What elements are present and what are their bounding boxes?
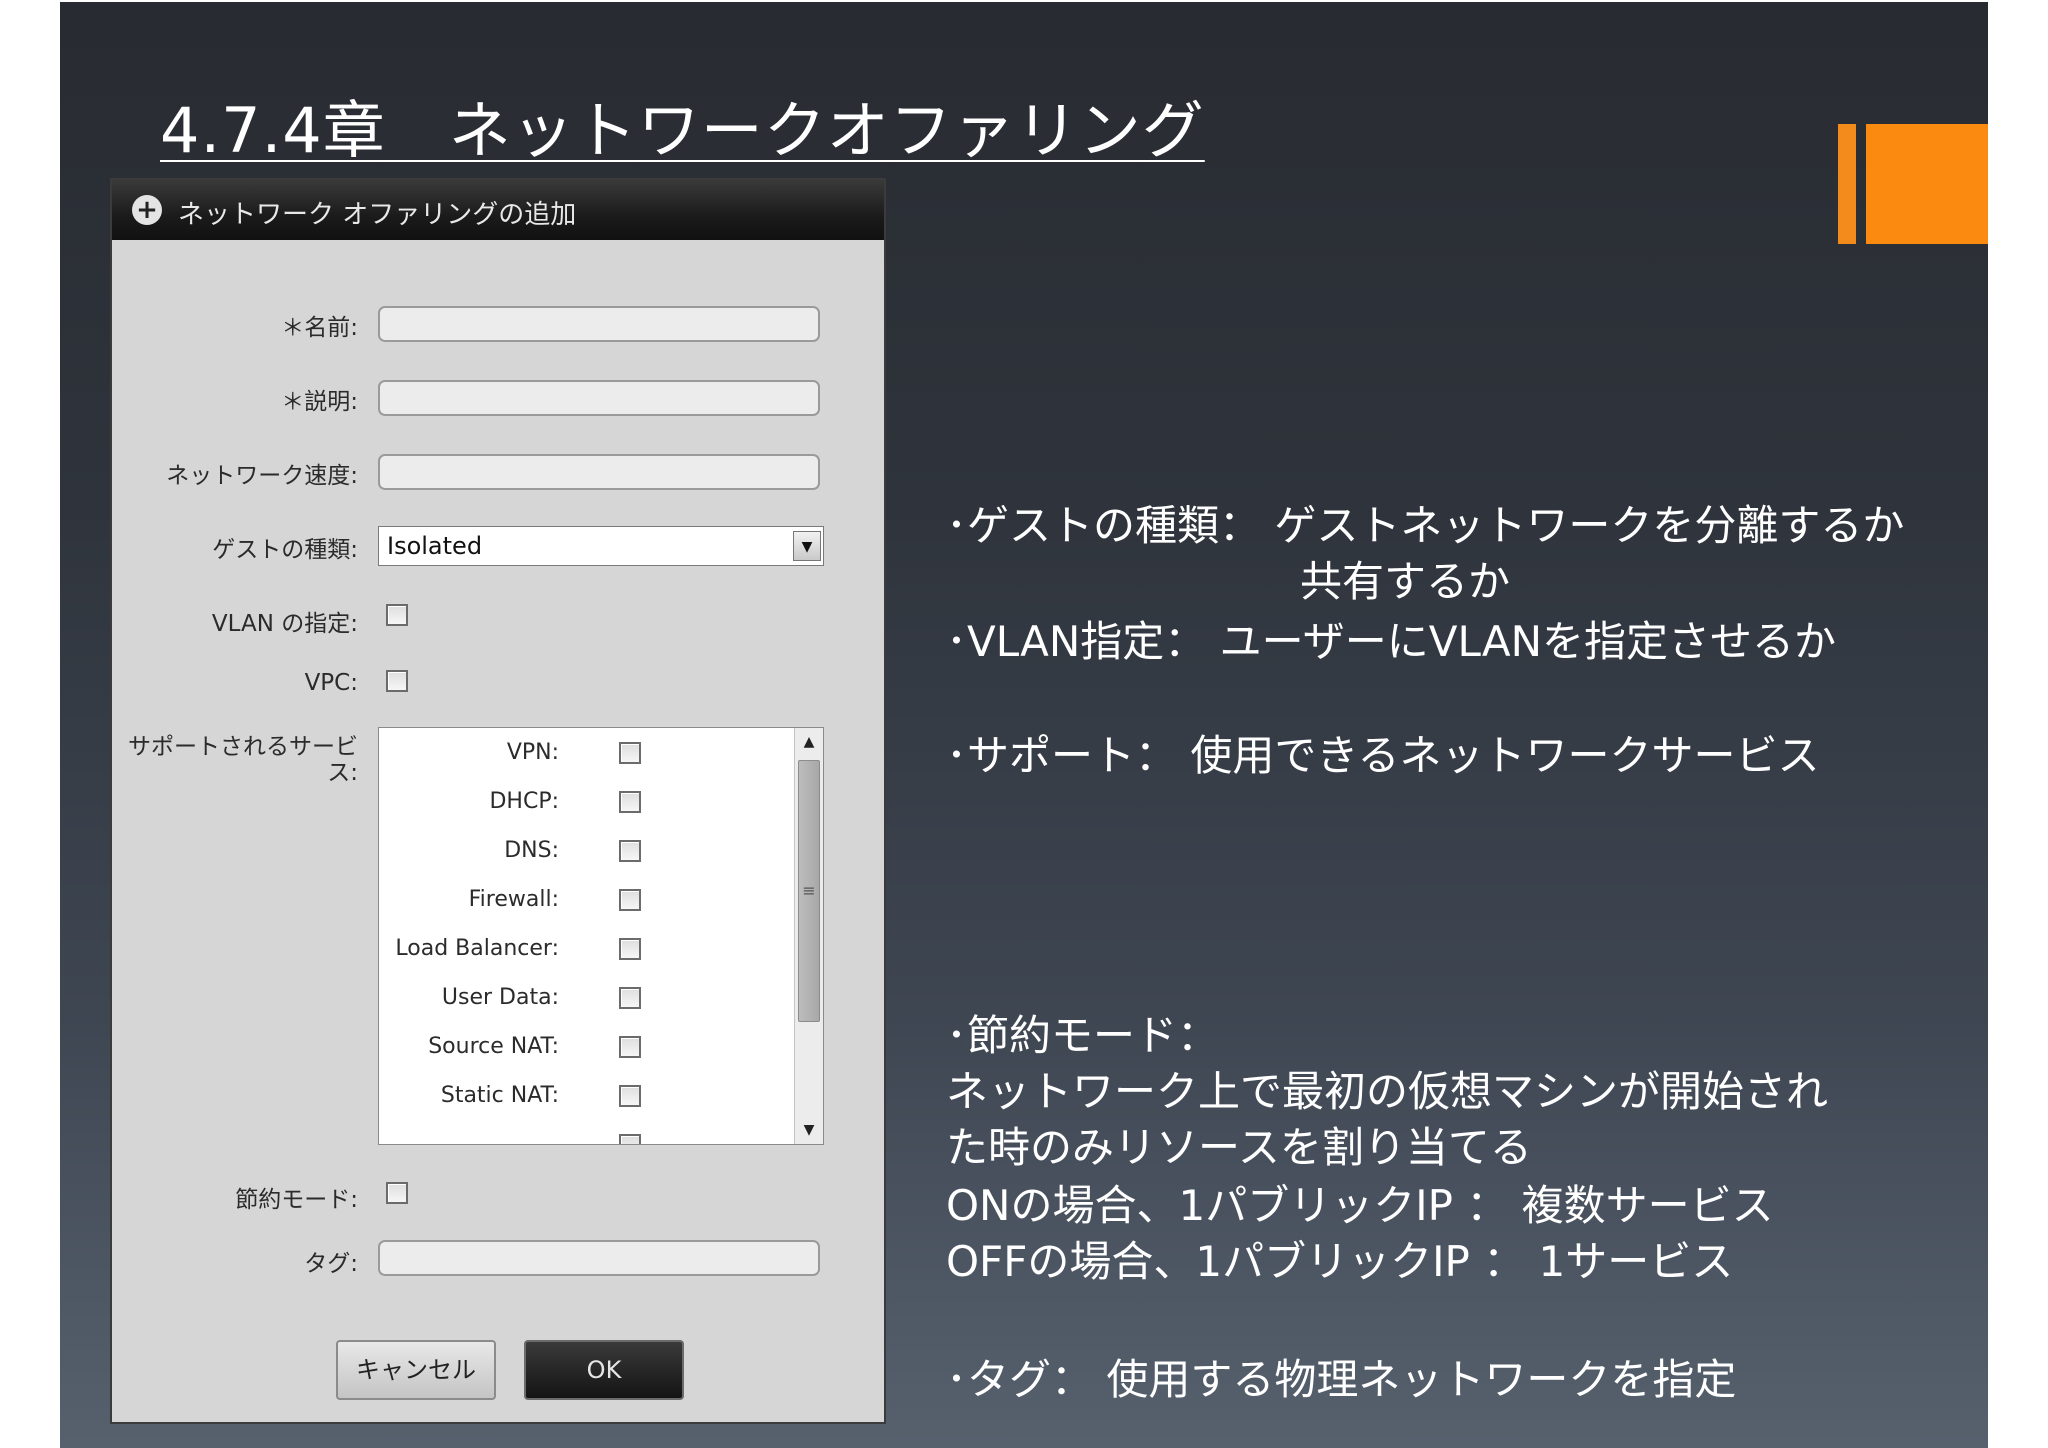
service-label: Static NAT: [440,1083,559,1108]
note-conserve-off: OFFの場合、1パブリックIP ： 1サービス [946,1237,1734,1286]
guest-type-select[interactable]: Isolated ▼ [378,526,824,566]
guest-type-value: Isolated [387,532,483,560]
service-row-vpn: VPN: [379,736,789,770]
accent-bar-thick [1866,124,1988,244]
tag-input[interactable] [378,1240,820,1276]
add-network-offering-dialog: + ネットワーク オファリングの追加 ＊名前: ＊説明: ネットワーク速度: ゲ… [110,178,886,1424]
slide-title: 4.7.4章 ネットワークオファリング [160,94,1205,167]
description-input[interactable] [378,380,820,416]
service-row-dhcp: DHCP: [379,785,789,819]
tag-label: タグ: [304,1251,358,1277]
service-label: VPN: [506,740,559,765]
service-label: Load Balancer: [395,936,559,961]
scroll-down-icon[interactable]: ▼ [795,1116,823,1144]
plus-circle-icon: + [132,195,162,225]
dialog-title: ネットワーク オファリングの追加 [178,200,577,230]
service-row-user-data: User Data: [379,981,789,1015]
scroll-thumb[interactable]: ≡ [798,760,820,1022]
service-row-partial [379,1128,789,1144]
network-speed-input[interactable] [378,454,820,490]
service-checkbox-user-data[interactable] [619,987,641,1009]
note-tag: ･タグ： 使用する物理ネットワークを指定 [946,1355,1737,1404]
supported-services-label-line1: サポートされるサービ [128,734,358,760]
service-label: Firewall: [468,887,559,912]
conserve-mode-label: 節約モード: [235,1187,358,1213]
service-checkbox-firewall[interactable] [619,889,641,911]
note-support: ･サポート： 使用できるネットワークサービス [946,731,1820,780]
service-row-firewall: Firewall: [379,883,789,917]
vlan-checkbox[interactable] [386,604,408,626]
service-row-dns: DNS: [379,834,789,868]
guest-type-label: ゲストの種類: [212,537,358,563]
note-vlan: ･VLAN指定： ユーザーにVLANを指定させるか [946,617,1836,666]
accent-bar-thin [1838,124,1856,244]
service-checkbox-partial[interactable] [619,1134,641,1144]
note-guest-type-line1: ･ゲストの種類： ゲストネットワークを分離するか [946,501,1905,550]
note-conserve-head: ･節約モード： [946,1011,1220,1060]
chevron-down-icon[interactable]: ▼ [793,531,821,561]
service-checkbox-static-nat[interactable] [619,1085,641,1107]
service-checkbox-load-balancer[interactable] [619,938,641,960]
note-conserve-on: ONの場合、1パブリックIP ： 複数サービス [946,1181,1774,1230]
note-guest-type-line2: 共有するか [1300,557,1511,606]
network-speed-label: ネットワーク速度: [166,463,358,489]
vlan-label: VLAN の指定: [211,611,358,637]
dialog-header: + ネットワーク オファリングの追加 [112,180,884,240]
service-row-static-nat: Static NAT: [379,1079,789,1113]
slide: 4.7.4章 ネットワークオファリング + ネットワーク オファリングの追加 ＊… [60,2,1988,1448]
service-row-source-nat: Source NAT: [379,1030,789,1064]
service-checkbox-dhcp[interactable] [619,791,641,813]
service-checkbox-dns[interactable] [619,840,641,862]
name-input[interactable] [378,306,820,342]
conserve-mode-checkbox[interactable] [386,1182,408,1204]
vpc-checkbox[interactable] [386,670,408,692]
note-conserve-line2: た時のみリソースを割り当てる [946,1123,1532,1172]
scroll-up-icon[interactable]: ▲ [795,728,823,756]
vpc-label: VPC: [304,670,358,696]
service-checkbox-source-nat[interactable] [619,1036,641,1058]
supported-services-label-line2: ス: [327,760,358,786]
service-label: User Data: [441,985,559,1010]
cancel-button[interactable]: キャンセル [336,1340,496,1400]
supported-services-list[interactable]: VPN: DHCP: DNS: Firewall: Load Balancer:… [378,727,824,1145]
ok-button[interactable]: OK [524,1340,684,1400]
services-scrollbar[interactable]: ▲ ≡ ▼ [794,728,823,1144]
service-label: Source NAT: [428,1034,559,1059]
service-label: DHCP: [489,789,559,814]
service-checkbox-vpn[interactable] [619,742,641,764]
service-row-load-balancer: Load Balancer: [379,932,789,966]
description-label: ＊説明: [281,389,358,415]
supported-services-label: サポートされるサービ ス: [128,734,358,786]
service-label: DNS: [504,838,559,863]
note-conserve-line1: ネットワーク上で最初の仮想マシンが開始され [946,1067,1829,1116]
name-label: ＊名前: [281,315,358,341]
